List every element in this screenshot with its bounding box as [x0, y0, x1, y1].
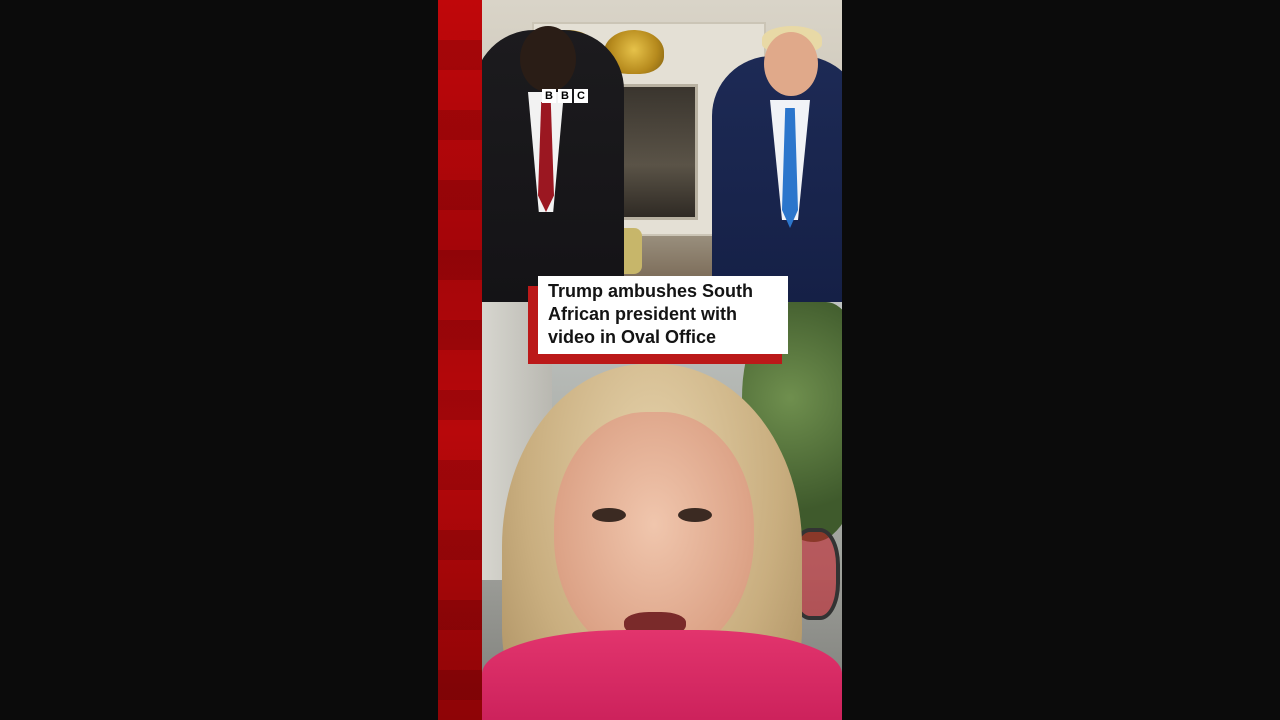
headline-accent-left — [528, 286, 538, 364]
reporter-scene — [482, 302, 842, 720]
person-left-head — [520, 26, 576, 92]
reporter-pink-top — [482, 630, 842, 720]
headline-caption: Trump ambushes South African president w… — [538, 276, 788, 354]
red-side-band — [438, 0, 482, 720]
headline-accent-bottom — [528, 354, 782, 364]
reporter-eye-left — [592, 508, 626, 522]
video-player-stage: B B C Trump ambushes South African presi… — [0, 0, 1280, 720]
person-right-head — [764, 32, 818, 96]
bbc-logo-block-1: B — [542, 89, 556, 103]
person-left — [482, 26, 624, 302]
headline-text: Trump ambushes South African president w… — [548, 281, 754, 347]
bbc-logo-block-2: B — [558, 89, 572, 103]
reporter-eye-right — [678, 508, 712, 522]
reporter-face — [554, 412, 754, 662]
person-right — [712, 26, 842, 302]
oval-office-scene: B B C — [482, 0, 842, 302]
bbc-logo-block-3: C — [574, 89, 588, 103]
bbc-logo: B B C — [542, 89, 588, 103]
